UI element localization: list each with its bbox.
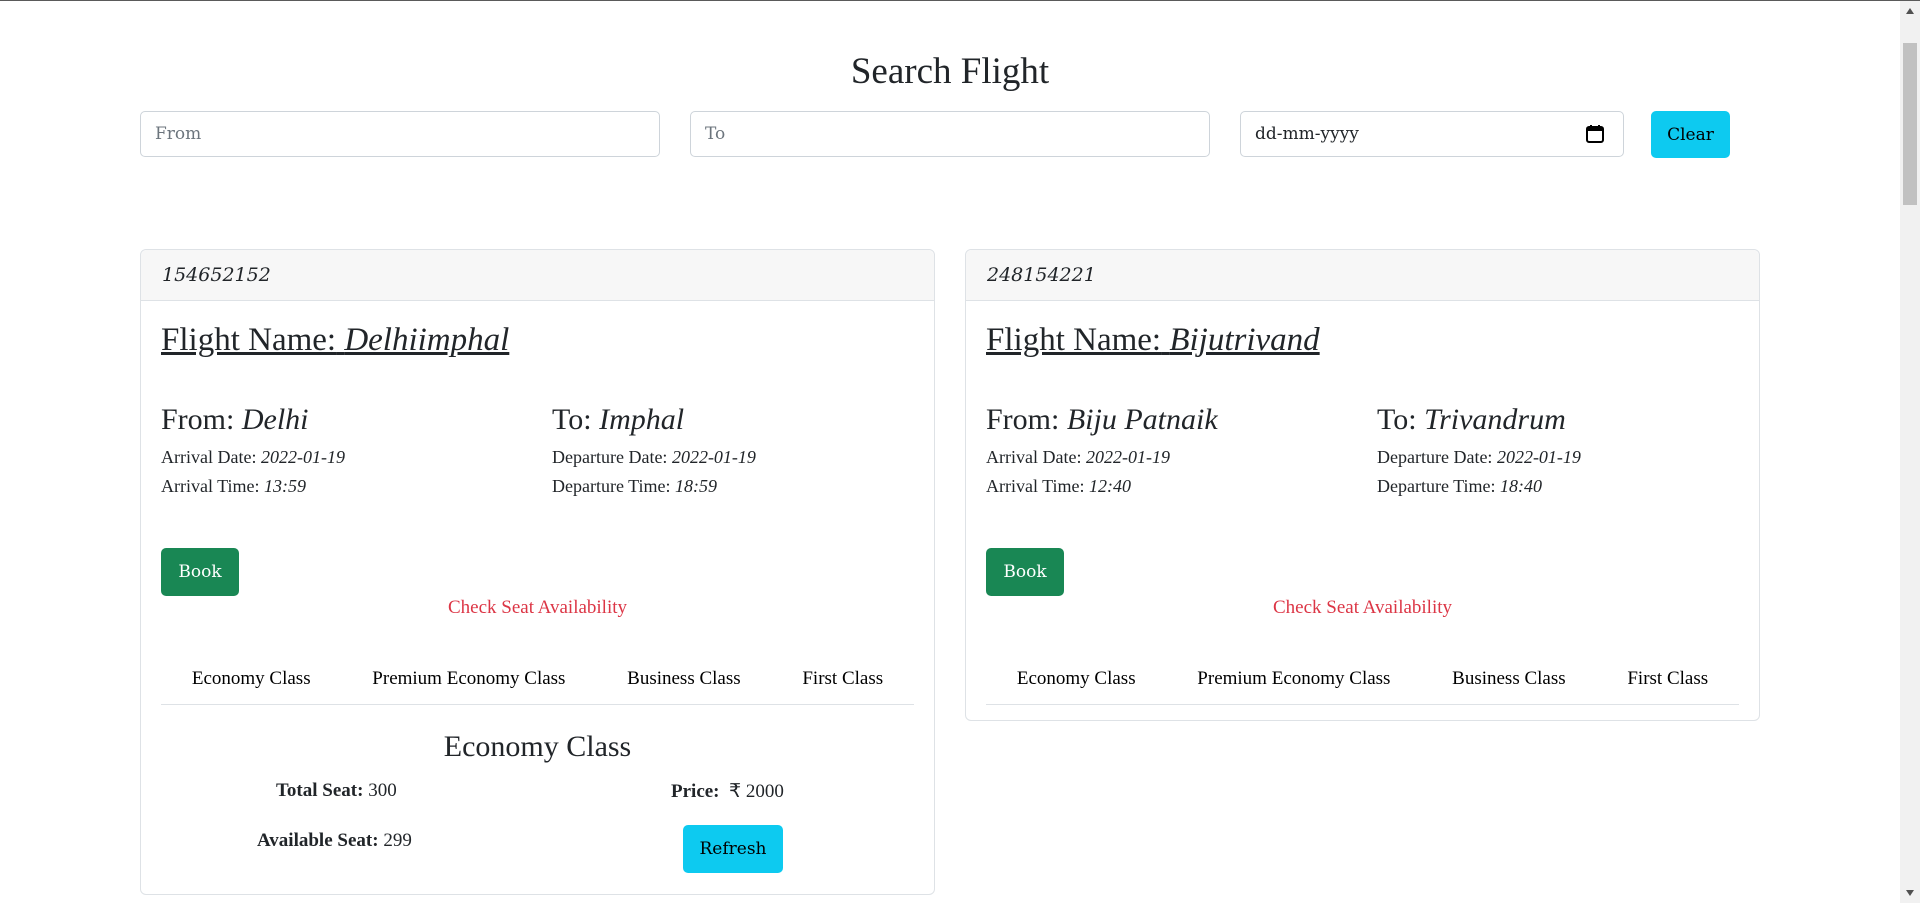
from-column: From: Biju Patnaik Arrival Date: 2022-01…	[986, 403, 1218, 501]
departure-time-value: 18:40	[1500, 476, 1542, 496]
flight-card: 248154221 Flight Name: Bijutrivand From:…	[965, 249, 1760, 721]
flight-name: Flight Name: Delhiimphal	[161, 322, 509, 359]
seat-class-title: Economy Class	[443, 730, 632, 763]
check-seat-availability-link[interactable]: Check Seat Availability	[966, 597, 1759, 619]
departure-time-value: 18:59	[675, 476, 717, 496]
tab-economy-class[interactable]: Economy Class	[1011, 668, 1142, 690]
total-seat-value: 300	[368, 780, 397, 801]
tab-premium-economy-class[interactable]: Premium Economy Class	[366, 668, 571, 690]
flight-name-value: Bijutrivand	[1169, 322, 1320, 358]
class-tabs: Economy Class Premium Economy Class Busi…	[986, 654, 1739, 705]
departure-time-label: Departure Time:	[552, 476, 671, 496]
flight-card: 154652152 Flight Name: Delhiimphal From:…	[140, 249, 935, 895]
total-seat-label: Total Seat:	[276, 780, 364, 801]
flight-id: 248154221	[966, 250, 1759, 301]
tab-business-class[interactable]: Business Class	[1446, 668, 1572, 690]
clear-button[interactable]: Clear	[1651, 111, 1730, 158]
calendar-icon[interactable]	[1585, 124, 1605, 149]
flight-id: 154652152	[141, 250, 934, 301]
departure-date-label: Departure Date:	[552, 447, 668, 467]
flight-name-label: Flight Name:	[986, 322, 1162, 358]
scrollbar-thumb[interactable]	[1903, 43, 1917, 205]
arrival-date-label: Arrival Date:	[161, 447, 257, 467]
from-column: From: Delhi Arrival Date: 2022-01-19 Arr…	[161, 403, 345, 501]
class-tabs: Economy Class Premium Economy Class Busi…	[161, 654, 914, 705]
departure-date-value: 2022-01-19	[1496, 447, 1581, 467]
to-label: To:	[552, 403, 592, 436]
arrival-time-value: 13:59	[264, 476, 307, 496]
flight-name: Flight Name: Bijutrivand	[986, 322, 1320, 359]
flight-name-label: Flight Name:	[161, 322, 337, 358]
from-input[interactable]: From	[140, 111, 660, 157]
to-value: Imphal	[599, 403, 685, 436]
available-seat-value: 299	[383, 830, 412, 851]
flight-name-value: Delhiimphal	[344, 322, 510, 358]
from-label: From:	[161, 403, 235, 436]
departure-time-label: Departure Time:	[1377, 476, 1496, 496]
arrival-date-value: 2022-01-19	[1085, 447, 1170, 467]
price-value: ₹ 2000	[729, 781, 784, 802]
scroll-down-arrow-icon[interactable]	[1900, 883, 1920, 903]
page-title: Search Flight	[850, 50, 1050, 92]
price: Price: ₹ 2000	[671, 780, 784, 803]
date-value: dd-mm-yyyy	[1255, 124, 1359, 144]
vertical-scrollbar[interactable]	[1900, 1, 1920, 903]
arrival-time-label: Arrival Time:	[161, 476, 260, 496]
from-placeholder: From	[155, 124, 202, 144]
arrival-date-value: 2022-01-19	[260, 447, 345, 467]
to-value: Trivandrum	[1424, 403, 1566, 436]
departure-date-value: 2022-01-19	[671, 447, 756, 467]
arrival-time-label: Arrival Time:	[986, 476, 1085, 496]
book-button[interactable]: Book	[986, 548, 1064, 596]
tab-first-class[interactable]: First Class	[796, 668, 889, 690]
tab-business-class[interactable]: Business Class	[621, 668, 747, 690]
to-input[interactable]: To	[690, 111, 1210, 157]
from-value: Delhi	[241, 403, 309, 436]
price-label: Price:	[671, 781, 720, 802]
book-button[interactable]: Book	[161, 548, 239, 596]
tab-premium-economy-class[interactable]: Premium Economy Class	[1191, 668, 1396, 690]
scroll-up-arrow-icon[interactable]	[1900, 1, 1920, 21]
available-seat-label: Available Seat:	[257, 830, 379, 851]
tab-first-class[interactable]: First Class	[1621, 668, 1714, 690]
from-label: From:	[986, 403, 1060, 436]
to-column: To: Imphal Departure Date: 2022-01-19 De…	[552, 403, 756, 501]
total-seat: Total Seat: 300	[276, 780, 397, 802]
to-label: To:	[1377, 403, 1417, 436]
arrival-time-value: 12:40	[1089, 476, 1132, 496]
tab-economy-class[interactable]: Economy Class	[186, 668, 317, 690]
date-input[interactable]: dd-mm-yyyy	[1240, 111, 1624, 157]
from-value: Biju Patnaik	[1066, 403, 1218, 436]
to-column: To: Trivandrum Departure Date: 2022-01-1…	[1377, 403, 1581, 501]
to-placeholder: To	[705, 124, 726, 144]
arrival-date-label: Arrival Date:	[986, 447, 1082, 467]
available-seat: Available Seat: 299	[257, 830, 412, 852]
check-seat-availability-link[interactable]: Check Seat Availability	[141, 597, 934, 619]
refresh-button[interactable]: Refresh	[683, 825, 783, 873]
departure-date-label: Departure Date:	[1377, 447, 1493, 467]
